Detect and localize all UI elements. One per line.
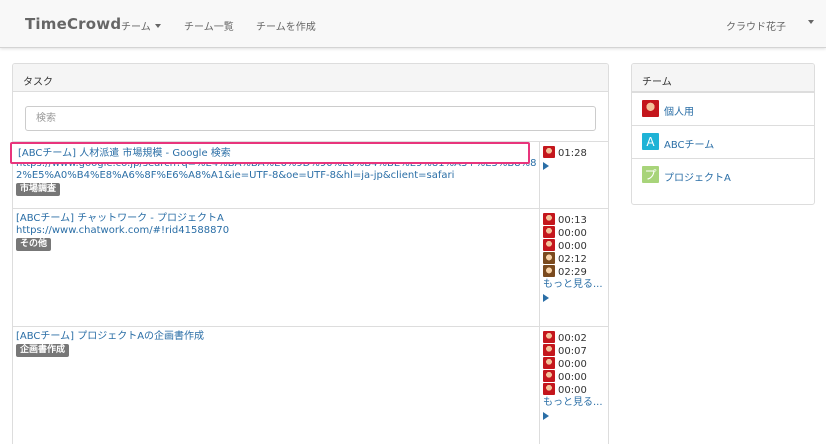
chevron-down-icon: [808, 20, 814, 24]
user-avatar-icon: [642, 100, 659, 117]
teams-panel: チーム 個人用 A ABCチーム プ プロジェクトA: [631, 63, 815, 205]
time-entry: 00:02: [543, 331, 608, 344]
chevron-down-icon: [154, 24, 161, 28]
team-item-abc[interactable]: A ABCチーム: [632, 125, 814, 158]
table-row: [ABCチーム] プロジェクトAの企画書作成 企画書作成 00:02 00:07…: [13, 327, 608, 444]
user-menu-toggle[interactable]: [804, 18, 814, 29]
time-entry: 00:00: [543, 383, 608, 396]
entry-time: 00:00: [558, 372, 587, 383]
time-entries: 01:28: [543, 146, 608, 170]
entry-time: 00:00: [558, 359, 587, 370]
user-avatar-icon: [543, 331, 555, 343]
team-item-project-a[interactable]: プ プロジェクトA: [632, 158, 814, 191]
tasks-panel: タスク [ABCチーム] 人材派遣 市場規模 - Google 検索 https…: [12, 63, 609, 444]
entry-time: 00:00: [558, 385, 587, 396]
entry-time: 01:28: [558, 148, 587, 159]
navbar: TimeCrowd チーム チーム一覧 チームを作成 クラウド花子: [0, 0, 826, 48]
user-avatar-icon: [543, 213, 555, 225]
team-name: プロジェクトA: [664, 173, 731, 184]
entry-time: 02:29: [558, 267, 587, 278]
task-url-link[interactable]: https://www.chatwork.com/#!rid41588870: [16, 225, 539, 237]
team-item-personal[interactable]: 個人用: [632, 92, 814, 125]
nav-team-dropdown[interactable]: チーム: [121, 18, 161, 33]
task-label[interactable]: その他: [16, 238, 52, 251]
time-entry: 01:28: [543, 146, 608, 159]
task-label[interactable]: 市場調査: [16, 183, 61, 196]
tasks-panel-heading: タスク: [13, 64, 608, 92]
time-entries: 00:13 00:00 00:00 02:12 02:29 もっと見る...: [543, 213, 608, 302]
time-entry: 00:00: [543, 239, 608, 252]
time-entries: 00:02 00:07 00:00 00:00 00:00 もっと見る...: [543, 331, 608, 420]
user-avatar-icon: [543, 226, 555, 238]
search-input[interactable]: [25, 106, 596, 131]
show-more-link[interactable]: もっと見る...: [543, 396, 608, 409]
entry-time: 00:07: [558, 346, 587, 357]
time-entry: 02:29: [543, 265, 608, 278]
play-icon[interactable]: [543, 294, 549, 302]
teams-panel-heading: チーム: [632, 64, 814, 92]
user-avatar-icon: [543, 252, 555, 264]
time-entry: 00:00: [543, 370, 608, 383]
table-row: [ABCチーム] チャットワーク - プロジェクトA https://www.c…: [13, 209, 608, 327]
user-avatar-icon: [543, 370, 555, 382]
user-avatar-icon: [543, 357, 555, 369]
play-icon[interactable]: [543, 412, 549, 420]
entry-time: 02:12: [558, 254, 587, 265]
user-avatar-icon: [543, 265, 555, 277]
show-more-link[interactable]: もっと見る...: [543, 278, 608, 291]
time-entry: 02:12: [543, 252, 608, 265]
nav-user-name[interactable]: クラウド花子: [726, 18, 786, 33]
team-name: 個人用: [664, 107, 694, 118]
team-pu-icon: プ: [642, 166, 659, 183]
user-avatar-icon: [543, 146, 555, 158]
user-avatar-icon: [543, 383, 555, 395]
entry-time: 00:13: [558, 215, 587, 226]
task-title-link[interactable]: [ABCチーム] 人材派遣 市場規模 - Google 検索: [18, 148, 231, 159]
play-icon[interactable]: [543, 162, 549, 170]
time-entry: 00:13: [543, 213, 608, 226]
nav-team-list[interactable]: チーム一覧: [184, 18, 234, 33]
task-cell: [ABCチーム] プロジェクトAの企画書作成 企画書作成: [13, 327, 540, 444]
highlighted-task-title[interactable]: [ABCチーム] 人材派遣 市場規模 - Google 検索: [10, 142, 530, 164]
task-label[interactable]: 企画書作成: [16, 344, 70, 357]
time-entry: 00:00: [543, 226, 608, 239]
team-a-icon: A: [642, 133, 659, 150]
task-cell: [ABCチーム] チャットワーク - プロジェクトA https://www.c…: [13, 209, 540, 326]
time-entry: 00:07: [543, 344, 608, 357]
entry-time: 00:00: [558, 228, 587, 239]
nav-create-team[interactable]: チームを作成: [256, 18, 316, 33]
team-name: ABCチーム: [664, 140, 715, 151]
entry-time: 00:02: [558, 333, 587, 344]
time-entry: 00:00: [543, 357, 608, 370]
task-table: [ABCチーム] 人材派遣 市場規模 - Google 検索 https://w…: [13, 141, 608, 444]
brand-logo[interactable]: TimeCrowd: [25, 15, 121, 33]
nav-team-label: チーム: [121, 22, 151, 33]
entry-time: 00:00: [558, 241, 587, 252]
user-avatar-icon: [543, 344, 555, 356]
task-title-link[interactable]: [ABCチーム] プロジェクトAの企画書作成: [16, 331, 539, 343]
user-avatar-icon: [543, 239, 555, 251]
task-title-link[interactable]: [ABCチーム] チャットワーク - プロジェクトA: [16, 213, 539, 225]
